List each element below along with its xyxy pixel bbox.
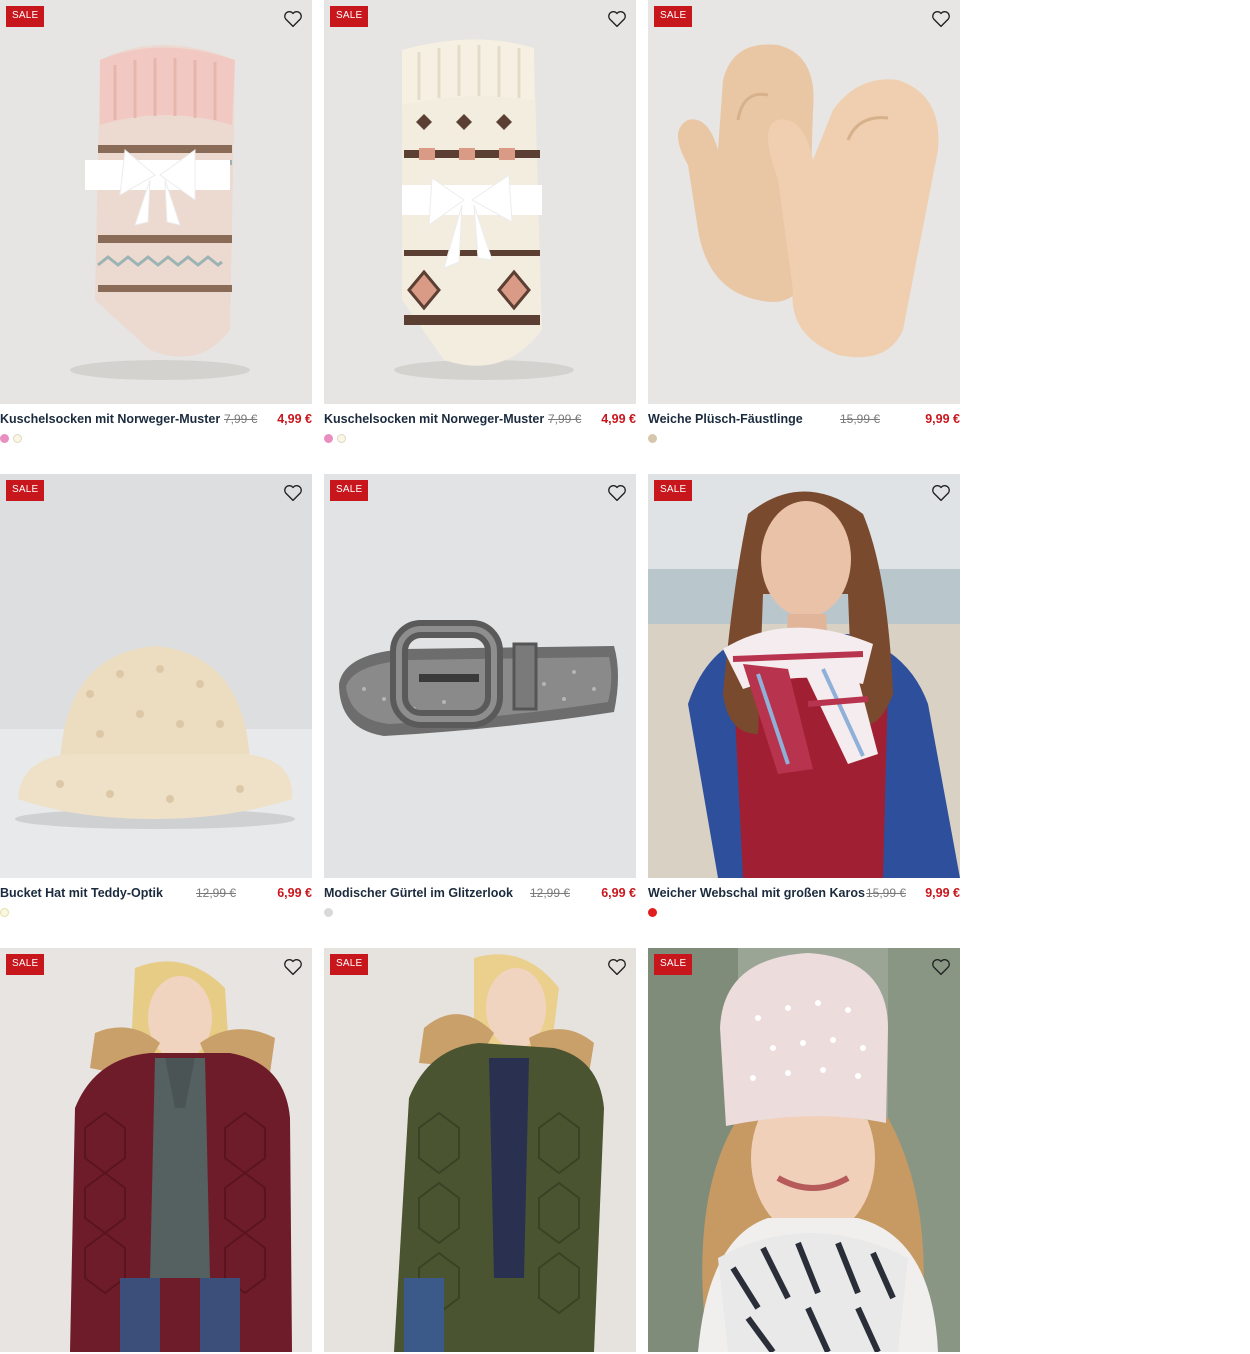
product-card[interactable]: SALE Weicher Webschal mit großen Karos 1…: [648, 474, 960, 922]
pearl-beanie-model-image: [648, 948, 960, 1352]
wishlist-heart-icon[interactable]: [930, 482, 952, 504]
wishlist-heart-icon[interactable]: [282, 482, 304, 504]
sale-badge: SALE: [654, 480, 693, 501]
sale-badge: SALE: [330, 480, 369, 501]
sale-price: 9,99 €: [925, 886, 960, 900]
color-swatch-cream[interactable]: [13, 434, 22, 443]
old-price: 7,99 €: [548, 412, 582, 426]
product-name[interactable]: Kuschelsocken mit Norweger-Muster: [324, 412, 544, 426]
product-image[interactable]: SALE: [324, 948, 636, 1352]
wishlist-heart-icon[interactable]: [606, 956, 628, 978]
color-swatch-beige[interactable]: [648, 434, 657, 443]
wishlist-heart-icon[interactable]: [282, 8, 304, 30]
sale-badge: SALE: [330, 954, 369, 975]
product-image[interactable]: SALE: [648, 948, 960, 1352]
old-price: 12,99 €: [530, 886, 571, 900]
product-card[interactable]: SALE: [324, 948, 636, 1352]
product-card[interactable]: SALE Kuschelsocken mit Norweger-Muster 7…: [0, 0, 312, 448]
plush-mittens-image: [648, 0, 960, 404]
color-swatches: [324, 908, 636, 922]
wishlist-heart-icon[interactable]: [282, 956, 304, 978]
color-swatch-red[interactable]: [648, 908, 657, 917]
wishlist-heart-icon[interactable]: [606, 8, 628, 30]
product-image[interactable]: SALE: [0, 0, 312, 404]
olive-quilted-coat-image: [324, 948, 636, 1352]
checked-scarf-model-image: [648, 474, 960, 878]
wishlist-heart-icon[interactable]: [606, 482, 628, 504]
product-name[interactable]: Weiche Plüsch-Fäustlinge: [648, 412, 803, 426]
color-swatch-pink[interactable]: [324, 434, 333, 443]
old-price: 15,99 €: [866, 886, 907, 900]
sale-badge: SALE: [6, 480, 45, 501]
product-card[interactable]: SALE Kuschelsocken mit Norweger-Muster 7…: [324, 0, 636, 448]
sale-badge: SALE: [654, 6, 693, 27]
sale-badge: SALE: [6, 6, 45, 27]
color-swatches: [324, 434, 636, 448]
glitter-belt-image: [324, 474, 636, 878]
sale-price: 4,99 €: [601, 412, 636, 426]
product-card[interactable]: SALE: [0, 948, 312, 1352]
product-image[interactable]: SALE: [324, 474, 636, 878]
color-swatch-cream[interactable]: [337, 434, 346, 443]
sale-badge: SALE: [330, 6, 369, 27]
wishlist-heart-icon[interactable]: [930, 8, 952, 30]
color-swatches: [0, 434, 312, 448]
product-image[interactable]: SALE: [648, 0, 960, 404]
sale-badge: SALE: [6, 954, 45, 975]
product-name[interactable]: Bucket Hat mit Teddy-Optik: [0, 886, 163, 900]
old-price: 12,99 €: [196, 886, 237, 900]
color-swatch-silver[interactable]: [324, 908, 333, 917]
cream-nordic-socks-image: [324, 0, 636, 404]
sale-price: 4,99 €: [277, 412, 312, 426]
sale-price: 6,99 €: [601, 886, 636, 900]
product-image[interactable]: SALE: [324, 0, 636, 404]
teddy-bucket-hat-image: [0, 474, 312, 878]
sale-badge: SALE: [654, 954, 693, 975]
product-name[interactable]: Weicher Webschal mit großen Karos: [648, 886, 865, 900]
color-swatch-cream[interactable]: [0, 908, 9, 917]
color-swatches: [648, 434, 960, 448]
product-card[interactable]: SALE: [648, 948, 960, 1352]
wishlist-heart-icon[interactable]: [930, 956, 952, 978]
sale-price: 6,99 €: [277, 886, 312, 900]
burgundy-quilted-coat-image: [0, 948, 312, 1352]
sale-price: 9,99 €: [925, 412, 960, 426]
product-image[interactable]: SALE: [648, 474, 960, 878]
color-swatch-pink[interactable]: [0, 434, 9, 443]
product-card[interactable]: SALE Bucket Hat mit Teddy-Optik 12,99 € …: [0, 474, 312, 922]
color-swatches: [0, 908, 312, 922]
pink-nordic-socks-image: [0, 0, 312, 404]
product-name[interactable]: Kuschelsocken mit Norweger-Muster: [0, 412, 220, 426]
product-image[interactable]: SALE: [0, 474, 312, 878]
product-name[interactable]: Modischer Gürtel im Glitzerlook: [324, 886, 513, 900]
product-card[interactable]: SALE Modischer Gürtel im Glitzerlook 12,…: [324, 474, 636, 922]
color-swatches: [648, 908, 960, 922]
product-card[interactable]: SALE Weiche Plüsch-Fäustlinge 15,99 € 9,…: [648, 0, 960, 448]
product-image[interactable]: SALE: [0, 948, 312, 1352]
old-price: 7,99 €: [224, 412, 258, 426]
old-price: 15,99 €: [840, 412, 881, 426]
